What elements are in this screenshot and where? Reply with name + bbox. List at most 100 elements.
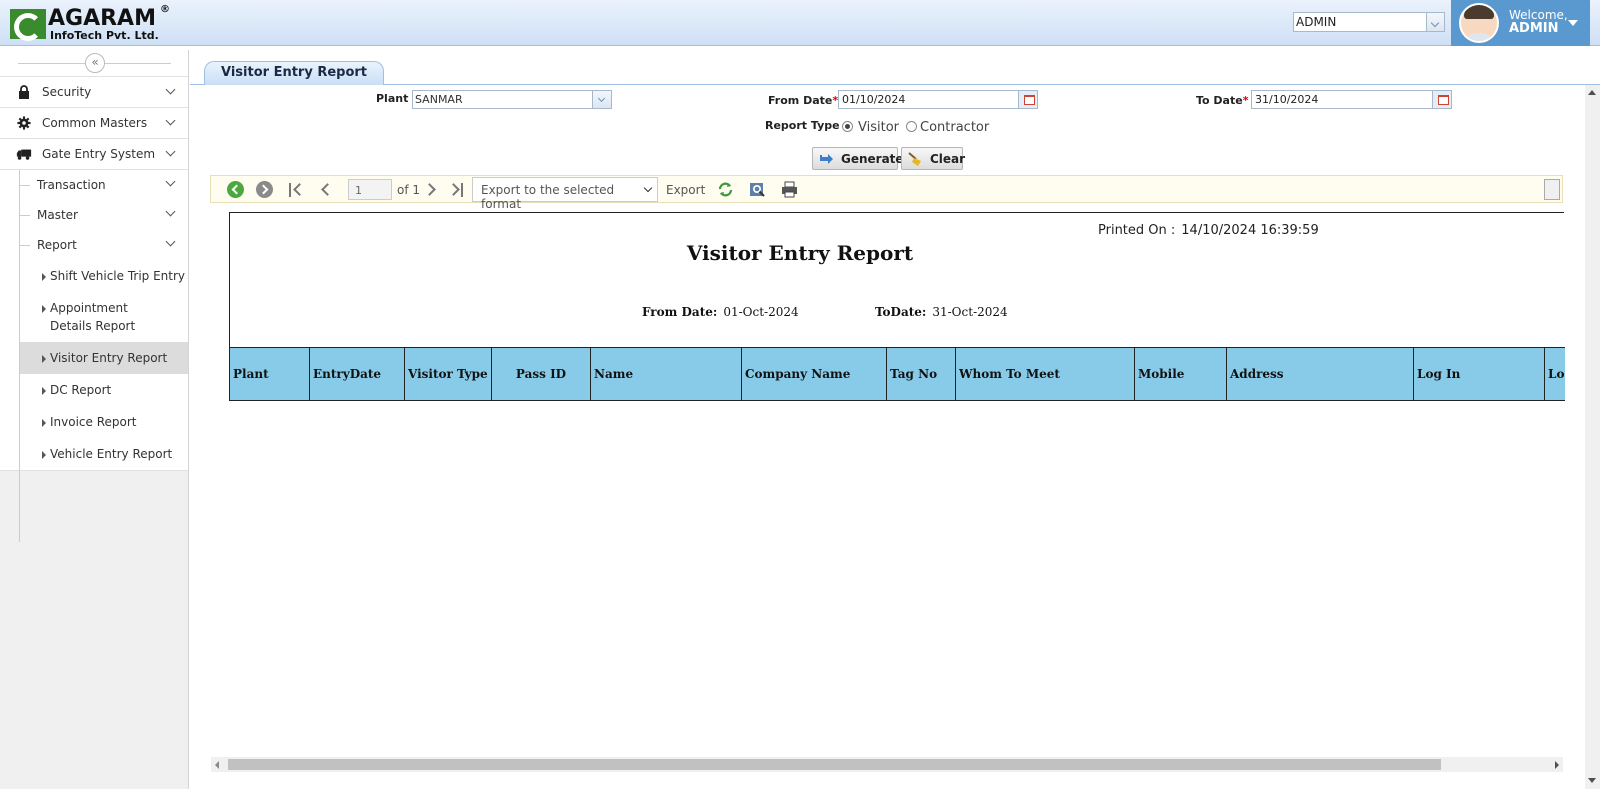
radio-contractor-label[interactable]: Contractor: [920, 120, 989, 135]
first-page-bar: [289, 183, 291, 197]
report-from-date: From Date: 01-Oct-2024: [642, 305, 799, 319]
sidebar-item-transaction[interactable]: Transaction: [0, 170, 188, 200]
sidebar-item-security[interactable]: Security: [0, 77, 188, 108]
column-header: Lo: [1545, 348, 1565, 400]
scroll-up-icon[interactable]: [1588, 90, 1596, 95]
welcome-text[interactable]: Welcome, ADMIN: [1509, 8, 1568, 36]
export-link[interactable]: Export: [666, 183, 705, 197]
export-format-select[interactable]: Export to the selected format: [472, 177, 658, 211]
from-date-input[interactable]: 01/10/2024: [838, 90, 1038, 109]
caret-down-icon[interactable]: [1568, 20, 1578, 26]
from-date-label: From Date*: [768, 94, 838, 107]
logo-registered-mark: ®: [160, 4, 170, 15]
user-role-value: ADMIN: [1296, 15, 1337, 29]
avatar[interactable]: [1459, 3, 1499, 43]
first-page-icon[interactable]: [293, 183, 306, 196]
collapse-sidebar-button[interactable]: «: [85, 53, 105, 73]
report-to-date: ToDate: 31-Oct-2024: [875, 305, 1008, 319]
required-mark: *: [1242, 94, 1249, 107]
welcome-user-name: ADMIN: [1509, 21, 1559, 36]
sidebar-item-master[interactable]: Master: [0, 200, 188, 230]
calendar-icon[interactable]: [1018, 91, 1037, 108]
report-item-appointment-details-report[interactable]: Appointment Details Report: [0, 292, 188, 342]
radio-contractor[interactable]: [906, 121, 917, 132]
report-item-invoice-report[interactable]: Invoice Report: [0, 406, 188, 438]
user-role-select[interactable]: ADMIN: [1293, 12, 1445, 32]
chevron-down-icon: [165, 146, 176, 157]
calendar-icon[interactable]: [1432, 91, 1451, 108]
sidebar-item-gate-entry-system[interactable]: Gate Entry System: [0, 139, 188, 170]
chevron-down-icon[interactable]: [1426, 13, 1444, 31]
column-header: Name: [591, 348, 742, 400]
report-item-dc-report[interactable]: DC Report: [0, 374, 188, 406]
column-header: Company Name: [742, 348, 887, 400]
plant-value: SANMAR: [415, 93, 463, 106]
column-header: Mobile: [1135, 348, 1227, 400]
report-to-date-label: ToDate:: [875, 305, 927, 319]
vertical-scrollbar[interactable]: [1585, 85, 1600, 789]
report-item-visitor-entry-report[interactable]: Visitor Entry Report: [20, 342, 188, 374]
report-item-shift-vehicle-trip-entry[interactable]: Shift Vehicle Trip Entry: [0, 260, 188, 292]
report-from-date-label: From Date:: [642, 305, 718, 319]
scroll-right-icon[interactable]: [1555, 761, 1559, 769]
plant-select[interactable]: SANMAR: [412, 90, 612, 109]
last-page-icon[interactable]: [447, 183, 460, 196]
report-item-vehicle-entry-report[interactable]: Vehicle Entry Report: [0, 438, 188, 470]
to-date-label-text: To Date: [1196, 94, 1243, 107]
to-date-value: 31/10/2024: [1255, 93, 1319, 106]
scroll-left-icon[interactable]: [215, 761, 219, 769]
sidebar-item-report[interactable]: Report: [0, 230, 188, 260]
sidebar-item-common-masters[interactable]: Common Masters: [0, 108, 188, 139]
chevron-down-icon: [165, 236, 176, 247]
page-number-input[interactable]: 1: [348, 179, 392, 200]
clear-button[interactable]: Clear: [901, 147, 965, 170]
generate-button[interactable]: Generate: [812, 147, 904, 170]
caret-right-icon: [42, 355, 46, 363]
forward-icon[interactable]: [256, 181, 273, 198]
user-menu[interactable]: Welcome, ADMIN: [1451, 0, 1590, 46]
welcome-label: Welcome,: [1509, 8, 1568, 22]
chevron-down-icon: [165, 176, 176, 187]
report-item-label: Visitor Entry Report: [50, 351, 168, 365]
gear-icon: [17, 116, 31, 130]
caret-right-icon: [42, 305, 46, 313]
previous-page-icon[interactable]: [321, 183, 334, 196]
sidebar-item-label: Security: [42, 85, 92, 99]
toolbar-scroll-handle[interactable]: [1544, 179, 1560, 200]
report-item-label: Invoice Report: [50, 415, 137, 429]
app-header: AGARAM ® InfoTech Pvt. Ltd. ADMIN Welcom…: [0, 0, 1600, 46]
horizontal-scrollbar[interactable]: [211, 757, 1563, 772]
column-header: EntryDate: [310, 348, 405, 400]
plant-label: Plant: [376, 92, 409, 105]
radio-visitor-label[interactable]: Visitor: [858, 120, 899, 135]
report-to-date-value: 31-Oct-2024: [932, 305, 1008, 319]
column-header: Address: [1227, 348, 1414, 400]
to-date-input[interactable]: 31/10/2024: [1251, 90, 1452, 109]
scroll-down-icon[interactable]: [1588, 778, 1596, 783]
sidebar-item-label: Transaction: [37, 178, 106, 192]
report-toolbar: 1 of 1 Export to the selected format Exp…: [210, 175, 1563, 211]
caret-right-icon: [42, 451, 46, 459]
refresh-icon[interactable]: [717, 181, 734, 198]
tab-bar: Visitor Entry Report: [190, 50, 1600, 85]
print-icon[interactable]: [781, 181, 798, 198]
scrollbar-thumb[interactable]: [228, 759, 1441, 770]
column-header: Pass ID: [492, 348, 591, 400]
tab-visitor-entry-report[interactable]: Visitor Entry Report: [204, 61, 385, 85]
tree-dash: [20, 185, 30, 186]
page-count: of 1: [397, 183, 421, 197]
back-icon[interactable]: [227, 181, 244, 198]
radio-visitor[interactable]: [842, 121, 853, 132]
chevron-down-icon: [165, 206, 176, 217]
report-item-label: Appointment Details Report: [50, 301, 136, 333]
next-page-icon[interactable]: [423, 183, 436, 196]
column-header: Whom To Meet: [956, 348, 1135, 400]
column-header: Visitor Type: [405, 348, 492, 400]
chevron-down-icon[interactable]: [592, 91, 611, 108]
sidebar-menu: Security Common Masters Gate Entry Syste…: [0, 77, 188, 170]
find-icon[interactable]: [749, 181, 766, 198]
printed-on-value: 14/10/2024 16:39:59: [1181, 223, 1319, 238]
company-logo: AGARAM ® InfoTech Pvt. Ltd.: [10, 4, 170, 42]
sidebar-collapse-row: «: [0, 50, 188, 77]
printed-on-label: Printed On :: [1098, 223, 1176, 238]
